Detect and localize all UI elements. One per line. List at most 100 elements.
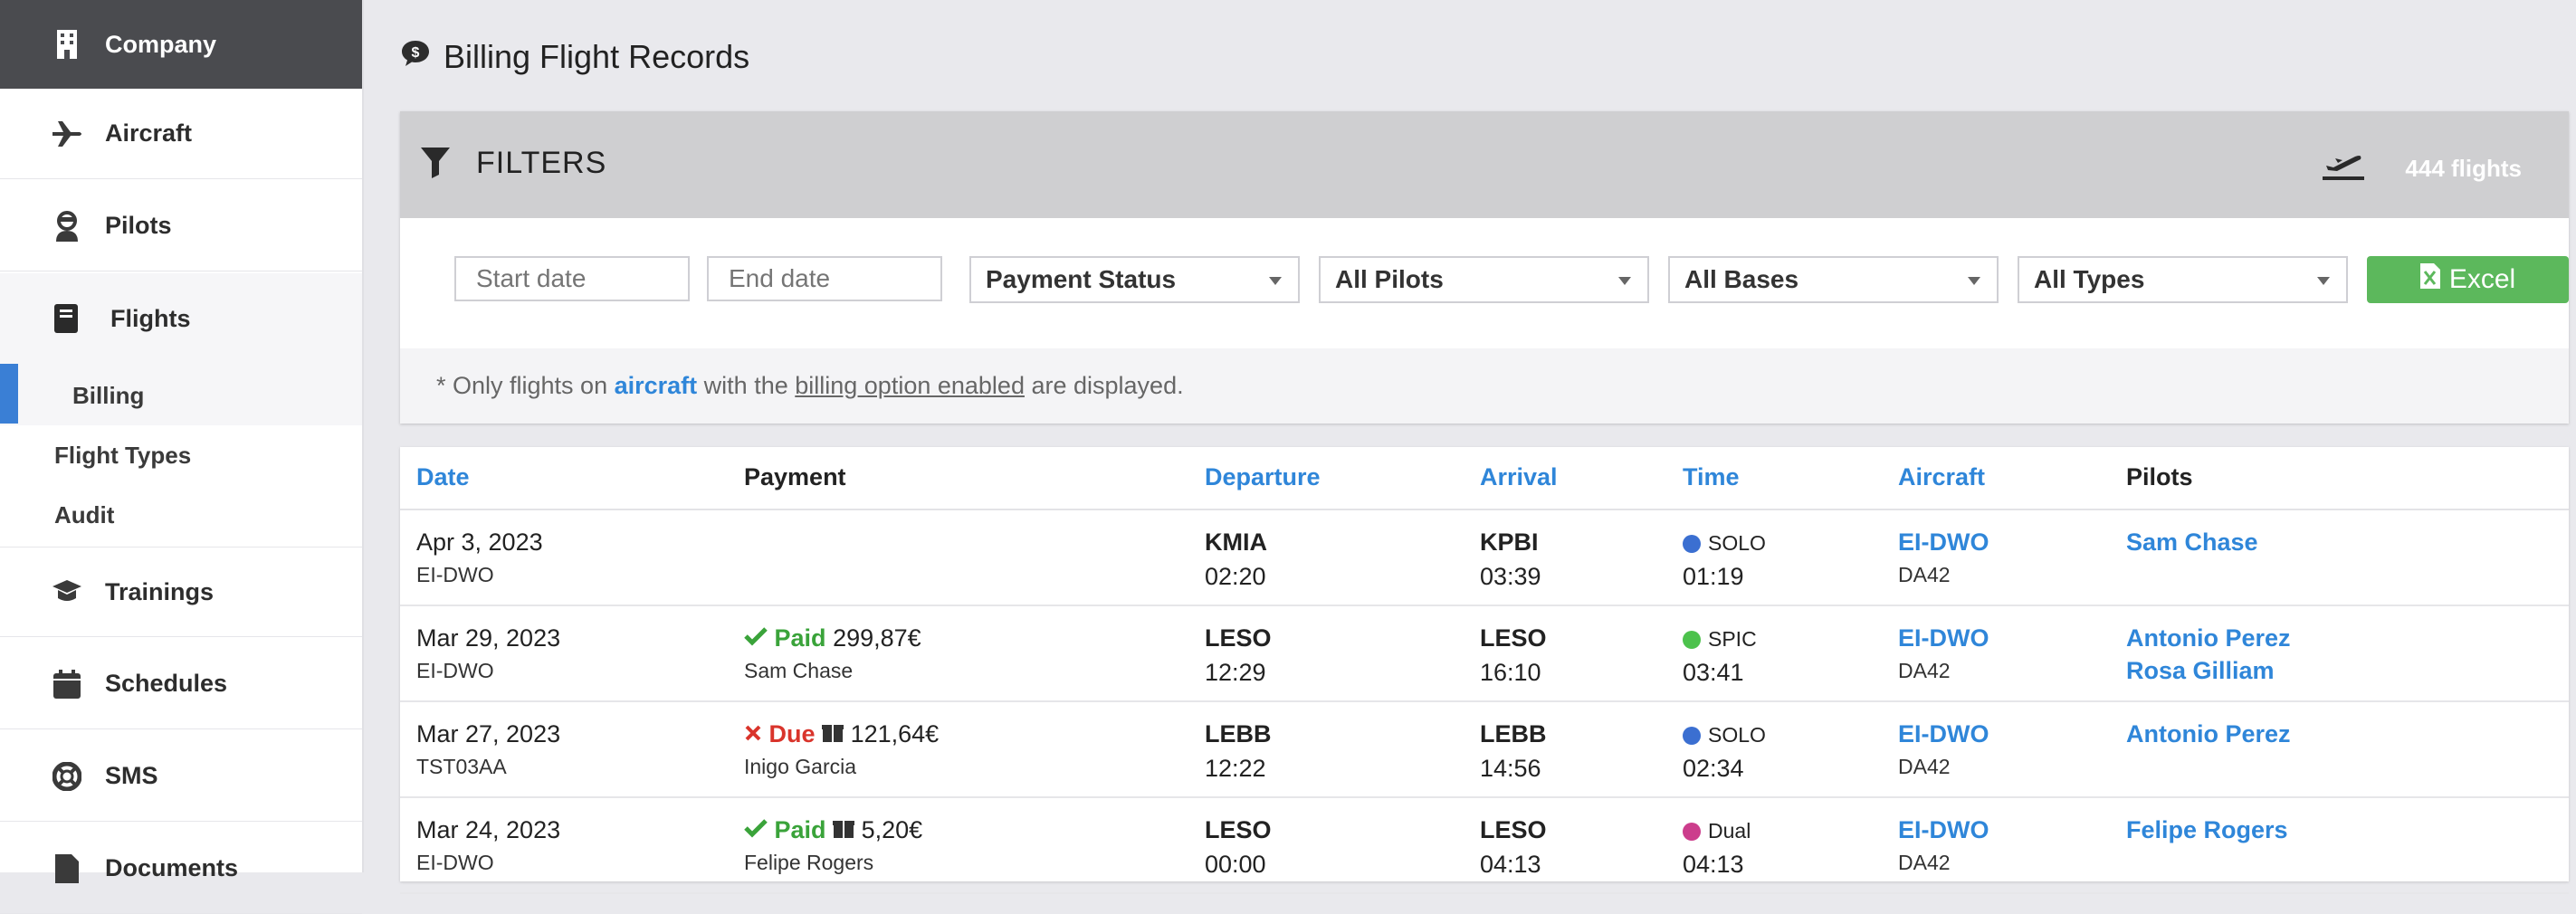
row-pilot-link[interactable]: Antonio Perez bbox=[2126, 624, 2291, 652]
row-arrival: LEBB bbox=[1480, 720, 1547, 747]
bases-value: All Bases bbox=[1684, 265, 1799, 293]
col-header-arrival[interactable]: Arrival bbox=[1480, 463, 1558, 491]
flight-type-label: SOLO bbox=[1708, 723, 1766, 747]
payment-status-select[interactable]: Payment Status bbox=[969, 256, 1300, 303]
excel-file-icon bbox=[2419, 263, 2440, 296]
chevron-down-icon bbox=[1269, 277, 1282, 285]
row-departure-time: 12:29 bbox=[1205, 659, 1266, 686]
billing-icon: $ bbox=[400, 38, 431, 76]
row-pilot-link[interactable]: Sam Chase bbox=[2126, 528, 2258, 557]
row-aircraft-model: DA42 bbox=[1898, 563, 1951, 586]
payment-status: Paid bbox=[774, 816, 826, 843]
row-arrival: LESO bbox=[1480, 816, 1547, 843]
col-header-pilots: Pilots bbox=[2126, 463, 2193, 490]
row-date: Apr 3, 2023 bbox=[416, 528, 543, 556]
note-billing-link[interactable]: billing option enabled bbox=[795, 372, 1025, 399]
pilots-select[interactable]: All Pilots bbox=[1319, 256, 1649, 303]
sidebar-item-aircraft[interactable]: Aircraft bbox=[0, 89, 362, 179]
sidebar-item-sms[interactable]: SMS bbox=[0, 731, 362, 822]
start-date-input[interactable] bbox=[454, 256, 690, 301]
sidebar-item-label: Trainings bbox=[105, 577, 215, 605]
note-aircraft-link[interactable]: aircraft bbox=[615, 372, 698, 399]
sidebar-item-trainings[interactable]: Trainings bbox=[0, 547, 362, 637]
sidebar-item-label: Pilots bbox=[105, 212, 172, 239]
table-row[interactable]: Mar 29, 2023 EI-DWO Paid 299,87€ Sam Cha… bbox=[400, 606, 2569, 702]
graduation-cap-icon bbox=[51, 576, 83, 608]
row-arrival-time: 04:13 bbox=[1480, 851, 1541, 878]
table-row[interactable]: Apr 3, 2023 EI-DWO KMIA 02:20 KPBI 03:39… bbox=[400, 510, 2569, 606]
types-value: All Types bbox=[2034, 265, 2145, 293]
row-aircraft-link[interactable]: EI-DWO bbox=[1898, 720, 1989, 748]
row-pilot-link[interactable]: Felipe Rogers bbox=[2126, 816, 2288, 844]
row-date: Mar 24, 2023 bbox=[416, 816, 561, 843]
row-pilot-link[interactable]: Antonio Perez bbox=[2126, 720, 2291, 748]
document-icon bbox=[51, 852, 83, 885]
sidebar-item-label: Schedules bbox=[105, 670, 228, 697]
row-duration: 01:19 bbox=[1683, 563, 1744, 590]
row-duration: 03:41 bbox=[1683, 659, 1744, 686]
gift-icon bbox=[822, 720, 844, 747]
sidebar-item-label: Documents bbox=[105, 854, 239, 881]
row-registration: EI-DWO bbox=[416, 563, 494, 586]
payment-status: Paid bbox=[774, 624, 826, 652]
row-flight-type: Dual bbox=[1683, 816, 1751, 844]
check-icon bbox=[744, 624, 768, 652]
sidebar-item-schedules[interactable]: Schedules bbox=[0, 639, 362, 729]
row-departure: LEBB bbox=[1205, 720, 1272, 747]
row-payment: Paid 5,20€ bbox=[744, 816, 922, 844]
page-title: $ Billing Flight Records bbox=[400, 38, 749, 76]
row-arrival-time: 14:56 bbox=[1480, 755, 1541, 782]
col-header-date[interactable]: Date bbox=[416, 463, 470, 491]
row-payment-by: Sam Chase bbox=[744, 659, 854, 682]
row-payment: Paid 299,87€ bbox=[744, 624, 921, 652]
sidebar-item-billing[interactable]: Billing bbox=[72, 382, 144, 410]
row-registration: TST03AA bbox=[416, 755, 507, 778]
flights-table: Date Payment Departure Arrival Time Airc… bbox=[400, 447, 2569, 894]
col-header-departure[interactable]: Departure bbox=[1205, 463, 1321, 491]
row-pilot-link[interactable]: Rosa Gilliam bbox=[2126, 657, 2275, 685]
row-flight-type: SOLO bbox=[1683, 528, 1766, 557]
note-prefix: * Only flights on bbox=[436, 372, 608, 399]
col-header-aircraft[interactable]: Aircraft bbox=[1898, 463, 1985, 491]
table-row[interactable]: Mar 24, 2023 EI-DWO Paid 5,20€ Felipe Ro… bbox=[400, 798, 2569, 894]
excel-export-button[interactable]: Excel bbox=[2367, 256, 2569, 303]
row-registration: EI-DWO bbox=[416, 851, 494, 874]
filters-title: FILTERS bbox=[476, 146, 607, 180]
sidebar-item-documents[interactable]: Documents bbox=[0, 824, 362, 914]
sidebar-item-flight-types[interactable]: Flight Types bbox=[54, 442, 191, 470]
chevron-down-icon bbox=[2317, 277, 2330, 285]
types-select[interactable]: All Types bbox=[2018, 256, 2348, 303]
payment-amount: 5,20€ bbox=[861, 816, 923, 843]
flight-type-label: SOLO bbox=[1708, 531, 1766, 555]
sidebar-item-label: Company bbox=[105, 30, 217, 58]
calendar-icon bbox=[51, 668, 83, 700]
row-aircraft-link[interactable]: EI-DWO bbox=[1898, 528, 1989, 557]
plane-departure-icon bbox=[2323, 146, 2364, 185]
sidebar-item-audit[interactable]: Audit bbox=[54, 501, 114, 529]
end-date-input[interactable] bbox=[707, 256, 942, 301]
row-departure: KMIA bbox=[1205, 528, 1267, 556]
sidebar-item-flights[interactable]: Flights bbox=[0, 273, 362, 364]
note-suffix: are displayed. bbox=[1031, 372, 1184, 399]
type-dot-icon bbox=[1683, 631, 1701, 649]
sidebar-item-label: Flights bbox=[110, 304, 191, 332]
sidebar-item-label: Aircraft bbox=[105, 119, 193, 147]
row-aircraft-link[interactable]: EI-DWO bbox=[1898, 816, 1989, 844]
row-departure-time: 00:00 bbox=[1205, 851, 1266, 878]
filters-panel: FILTERS 444 flights Payment Status All P… bbox=[400, 111, 2569, 424]
sidebar-item-pilots[interactable]: Pilots bbox=[0, 181, 362, 271]
row-arrival: KPBI bbox=[1480, 528, 1539, 556]
pilot-icon bbox=[51, 210, 83, 243]
sidebar-item-company[interactable]: Company bbox=[0, 0, 362, 89]
col-header-time[interactable]: Time bbox=[1683, 463, 1740, 491]
bases-select[interactable]: All Bases bbox=[1668, 256, 1999, 303]
row-payment: Due 121,64€ bbox=[744, 720, 939, 748]
gift-icon bbox=[833, 816, 855, 843]
note-mid: with the bbox=[703, 372, 788, 399]
row-aircraft-link[interactable]: EI-DWO bbox=[1898, 624, 1989, 652]
logbook-icon bbox=[51, 302, 83, 335]
row-departure-time: 02:20 bbox=[1205, 563, 1266, 590]
payment-amount: 121,64€ bbox=[850, 720, 940, 747]
row-date: Mar 29, 2023 bbox=[416, 624, 561, 652]
table-row[interactable]: Mar 27, 2023 TST03AA Due 121,64€ Inigo G… bbox=[400, 702, 2569, 798]
